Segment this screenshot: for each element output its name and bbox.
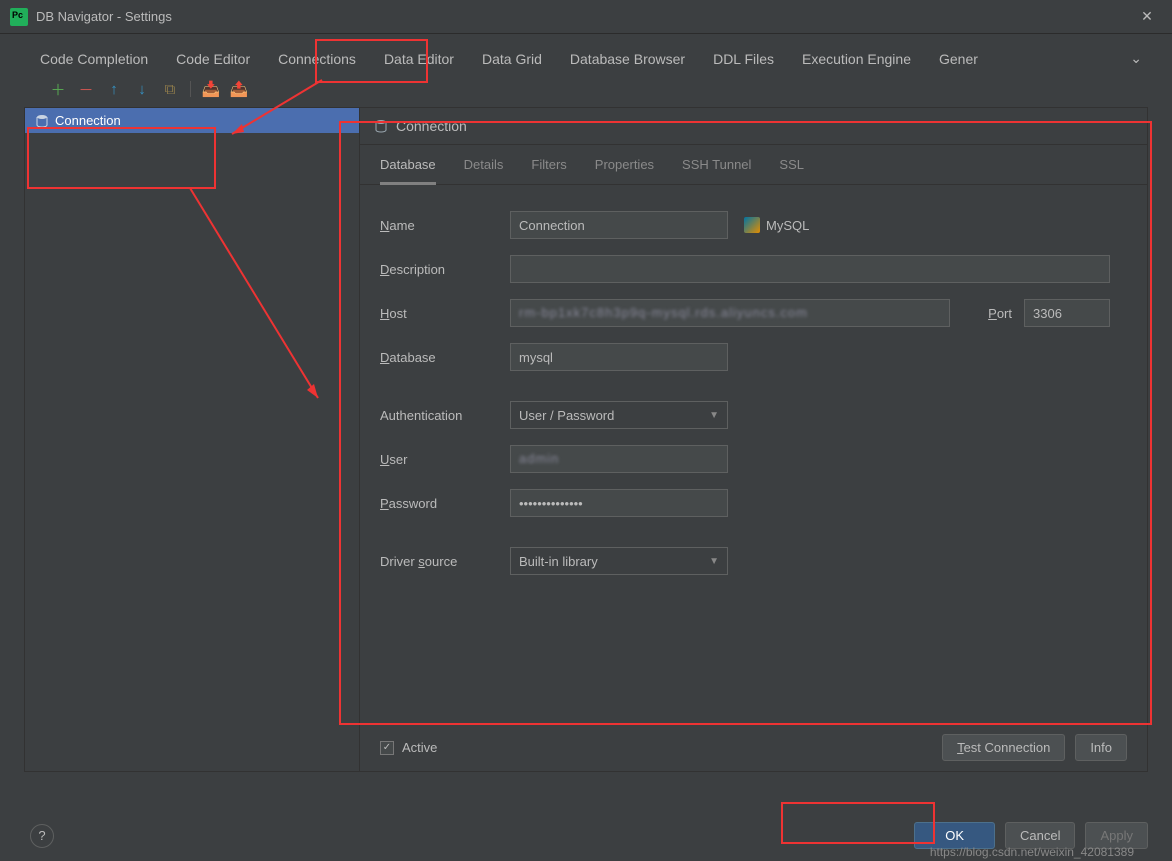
- db-type-label: MySQL: [766, 218, 809, 233]
- label-host: Host: [380, 306, 510, 321]
- mysql-icon: [744, 217, 760, 233]
- test-connection-button[interactable]: Test Connection: [942, 734, 1065, 761]
- tab-connections[interactable]: Connections: [278, 51, 356, 67]
- remove-icon[interactable]: －: [78, 81, 94, 97]
- add-icon[interactable]: ＋: [50, 81, 66, 97]
- database-icon: [35, 114, 49, 128]
- subtab-filters[interactable]: Filters: [531, 157, 566, 184]
- panel-title: Connection: [396, 118, 467, 134]
- label-description: Description: [380, 262, 510, 277]
- subtab-database[interactable]: Database: [380, 157, 436, 185]
- checkbox-icon: ✓: [380, 741, 394, 755]
- app-icon: [10, 8, 28, 26]
- database-icon: [374, 119, 388, 133]
- tab-general[interactable]: Gener: [939, 51, 978, 67]
- tab-database-browser[interactable]: Database Browser: [570, 51, 685, 67]
- host-input[interactable]: rm-bp1xk7c8h3p9q-mysql.rds.aliyuncs.com: [510, 299, 950, 327]
- connection-list-item[interactable]: Connection: [25, 108, 359, 133]
- toolbar: ＋ － ↑ ↓ ⧉ 📥 📤: [0, 81, 1172, 107]
- connection-item-label: Connection: [55, 113, 121, 128]
- user-input[interactable]: admin: [510, 445, 728, 473]
- chevron-down-icon: ▼: [709, 556, 719, 567]
- subtab-details[interactable]: Details: [464, 157, 504, 184]
- titlebar: DB Navigator - Settings ✕: [0, 0, 1172, 34]
- subtab-properties[interactable]: Properties: [595, 157, 654, 184]
- connection-subtabs: Database Details Filters Properties SSH …: [360, 145, 1147, 185]
- label-user: User: [380, 452, 510, 467]
- chevron-down-icon[interactable]: ⌄: [1130, 50, 1142, 67]
- label-password: Password: [380, 496, 510, 511]
- export-icon[interactable]: 📤: [231, 81, 247, 97]
- password-input[interactable]: [510, 489, 728, 517]
- toolbar-divider: [190, 81, 191, 97]
- connection-list: Connection: [24, 107, 360, 772]
- tab-data-grid[interactable]: Data Grid: [482, 51, 542, 67]
- connection-panel: Connection Database Details Filters Prop…: [360, 107, 1148, 772]
- database-input[interactable]: [510, 343, 728, 371]
- chevron-down-icon: ▼: [709, 410, 719, 421]
- tab-ddl-files[interactable]: DDL Files: [713, 51, 774, 67]
- active-label: Active: [402, 740, 437, 755]
- info-button[interactable]: Info: [1075, 734, 1127, 761]
- description-input[interactable]: [510, 255, 1110, 283]
- label-name: Name: [380, 218, 510, 233]
- subtab-ssh-tunnel[interactable]: SSH Tunnel: [682, 157, 751, 184]
- port-input[interactable]: [1024, 299, 1110, 327]
- label-database: Database: [380, 350, 510, 365]
- watermark: https://blog.csdn.net/weixin_42081389: [930, 845, 1134, 859]
- window-title: DB Navigator - Settings: [36, 9, 1132, 24]
- active-checkbox[interactable]: ✓ Active: [380, 740, 437, 755]
- help-button[interactable]: ?: [30, 824, 54, 848]
- import-icon[interactable]: 📥: [203, 81, 219, 97]
- label-authentication: Authentication: [380, 408, 510, 423]
- tab-code-editor[interactable]: Code Editor: [176, 51, 250, 67]
- driver-source-select[interactable]: Built-in library▼: [510, 547, 728, 575]
- close-icon[interactable]: ✕: [1132, 8, 1162, 25]
- arrow-up-icon[interactable]: ↑: [106, 81, 122, 97]
- label-driver-source: Driver source: [380, 554, 510, 569]
- tab-execution-engine[interactable]: Execution Engine: [802, 51, 911, 67]
- copy-icon[interactable]: ⧉: [162, 81, 178, 97]
- name-input[interactable]: [510, 211, 728, 239]
- settings-tabs: Code Completion Code Editor Connections …: [0, 34, 1172, 81]
- subtab-ssl[interactable]: SSL: [779, 157, 804, 184]
- arrow-down-icon[interactable]: ↓: [134, 81, 150, 97]
- authentication-select[interactable]: User / Password▼: [510, 401, 728, 429]
- tab-code-completion[interactable]: Code Completion: [40, 51, 148, 67]
- tab-data-editor[interactable]: Data Editor: [384, 51, 454, 67]
- label-port: Port: [962, 306, 1012, 321]
